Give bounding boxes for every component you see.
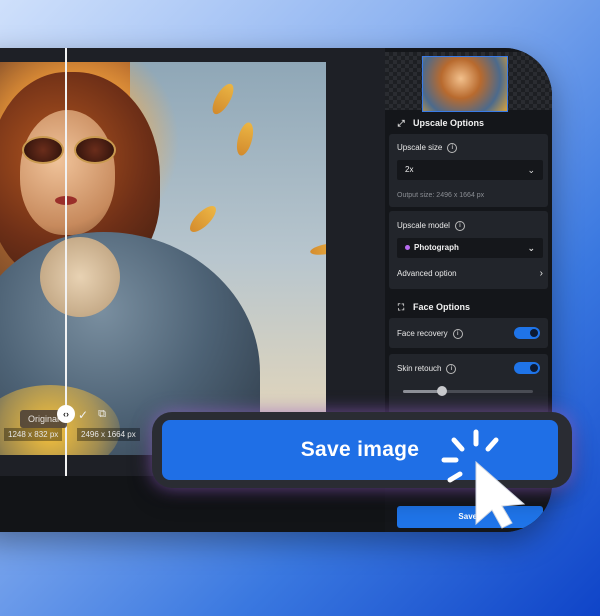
output-size-hint: Output size: 2496 x 1664 px	[397, 192, 485, 199]
info-icon[interactable]: i	[454, 221, 465, 231]
face-recovery-card: Face recovery i	[389, 318, 548, 348]
upscale-model-value: Photograph	[414, 243, 459, 252]
skin-retouch-label: Skin retouch	[397, 364, 442, 374]
chevron-down-icon: ⌄	[527, 243, 535, 253]
advanced-option-row[interactable]: Advanced option ›	[397, 268, 543, 279]
face-options-title: Face Options	[413, 302, 471, 312]
upscale-model-label-row: Upscale model i	[397, 221, 465, 231]
skin-retouch-card: Skin retouch i	[389, 354, 548, 414]
upscale-size-select[interactable]: 2x ⌄	[397, 160, 543, 180]
upscale-model-card: Upscale model i Photograph ⌄ Advanced opt…	[389, 211, 548, 289]
check-icon[interactable]: ✓	[76, 408, 90, 422]
photo-face	[20, 110, 115, 235]
upscale-size-label-row: Upscale size i	[397, 143, 458, 153]
result-dimensions: 2496 x 1664 px	[77, 428, 140, 441]
original-dimensions: 1248 x 832 px	[4, 428, 63, 441]
preview-photo	[0, 62, 326, 455]
skin-retouch-toggle[interactable]	[514, 362, 540, 374]
skin-retouch-slider-thumb[interactable]	[437, 386, 447, 396]
thumbnail-image[interactable]	[422, 56, 508, 112]
face-options-header: ⛶ Face Options	[385, 296, 552, 318]
photo-collar	[40, 237, 120, 317]
info-icon[interactable]: i	[447, 143, 458, 153]
upscale-model-label: Upscale model	[397, 221, 450, 231]
advanced-option-label: Advanced option	[397, 269, 457, 278]
chevron-right-icon: ›	[539, 268, 543, 279]
face-recovery-toggle[interactable]	[514, 327, 540, 339]
upscale-model-select[interactable]: Photograph ⌄	[397, 238, 543, 258]
upscale-options-title: Upscale Options	[413, 118, 485, 128]
face-scan-icon: ⛶	[397, 302, 405, 312]
upscale-icon: ⤢	[397, 118, 405, 128]
info-icon[interactable]: i	[452, 329, 463, 339]
chevron-down-icon: ⌄	[527, 165, 535, 175]
upscale-size-card: Upscale size i 2x ⌄ Output size: 2496 x 1…	[389, 134, 548, 207]
skin-retouch-label-row: Skin retouch i	[397, 364, 457, 374]
cursor-click-icon	[441, 429, 526, 529]
thumbnail-strip	[385, 52, 552, 112]
upscale-size-label: Upscale size	[397, 143, 443, 153]
upscale-options-header: ⤢ Upscale Options	[385, 112, 552, 134]
skin-retouch-slider[interactable]	[403, 386, 533, 396]
photo-sunglasses	[22, 136, 116, 164]
model-dot-icon	[405, 245, 410, 251]
info-icon[interactable]: i	[446, 364, 457, 374]
compare-handle-icon[interactable]: ‹›	[57, 405, 75, 423]
compare-icon[interactable]: ⧉	[95, 408, 109, 422]
face-recovery-label-row: Face recovery i	[397, 329, 463, 339]
face-recovery-label: Face recovery	[397, 329, 448, 339]
upscale-size-value: 2x	[405, 165, 414, 174]
